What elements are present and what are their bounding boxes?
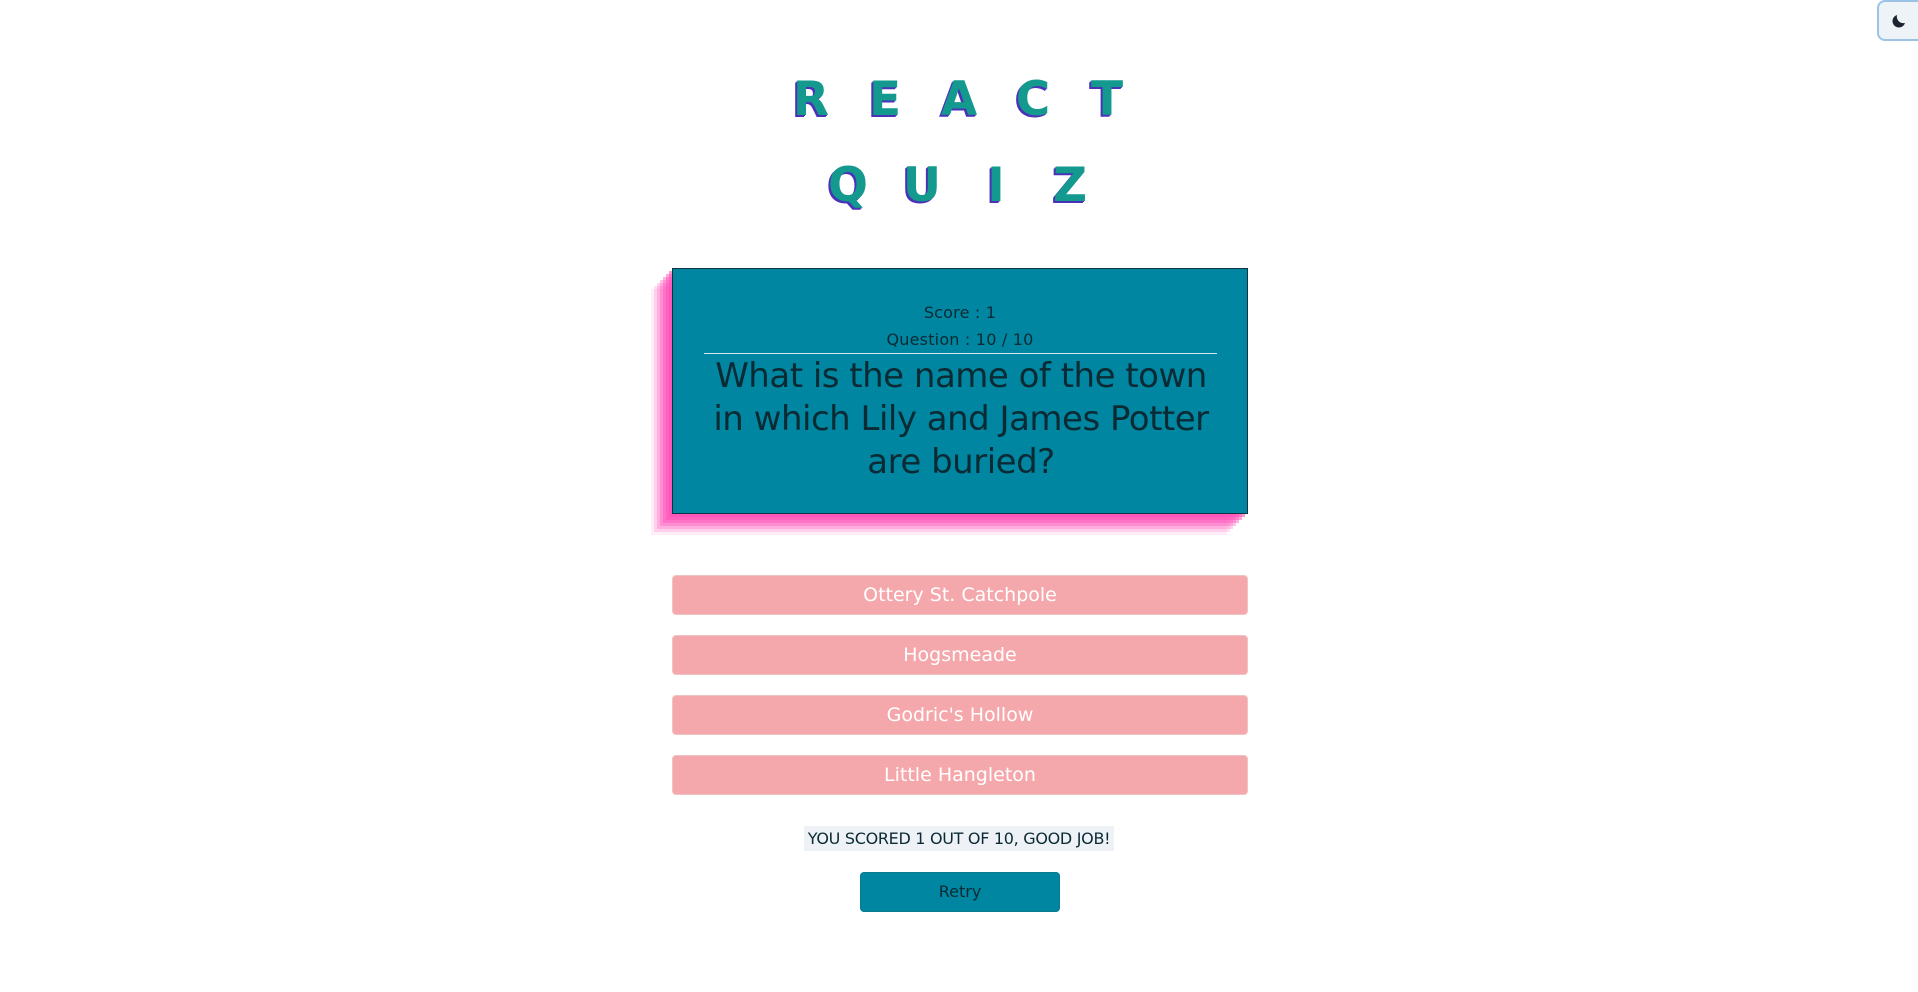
answer-option-1[interactable]: Ottery St. Catchpole — [672, 575, 1248, 615]
score-text: Score : 1 — [923, 303, 997, 322]
title-letter: C — [1015, 72, 1051, 127]
question-card-wrapper: Score : 1 Question : 10 / 10 What is the… — [651, 268, 1248, 535]
answer-option-2[interactable]: Hogsmeade — [672, 635, 1248, 675]
title-letter: A — [940, 72, 978, 127]
question-card: Score : 1 Question : 10 / 10 What is the… — [672, 268, 1248, 514]
title-letter: U — [902, 158, 942, 213]
question-text: What is the name of the town in which Li… — [713, 356, 1209, 482]
answer-option-4[interactable]: Little Hangleton — [672, 755, 1248, 795]
page-title-line-1: REACT — [0, 76, 1918, 123]
retry-button[interactable]: Retry — [860, 872, 1060, 912]
result-message: YOU SCORED 1 OUT OF 10, GOOD JOB! — [803, 826, 1115, 851]
page-title-line-2: QUIZ — [0, 162, 1918, 209]
page: REACT QUIZ Score : 1 Question : 10 / 10 … — [0, 0, 1918, 992]
moon-icon — [1891, 14, 1905, 28]
question-counter: Question : 10 / 10 — [886, 330, 1034, 349]
divider — [704, 353, 1217, 354]
title-letter: I — [987, 158, 1005, 213]
title-letter: Q — [828, 158, 868, 213]
result-container: YOU SCORED 1 OUT OF 10, GOOD JOB! — [0, 826, 1918, 851]
title-letter: E — [868, 72, 902, 127]
theme-toggle-button[interactable] — [1877, 0, 1918, 41]
answer-option-3[interactable]: Godric's Hollow — [672, 695, 1248, 735]
title-letter: T — [1090, 72, 1124, 127]
title-letter: R — [792, 72, 830, 127]
title-letter: Z — [1052, 158, 1088, 213]
